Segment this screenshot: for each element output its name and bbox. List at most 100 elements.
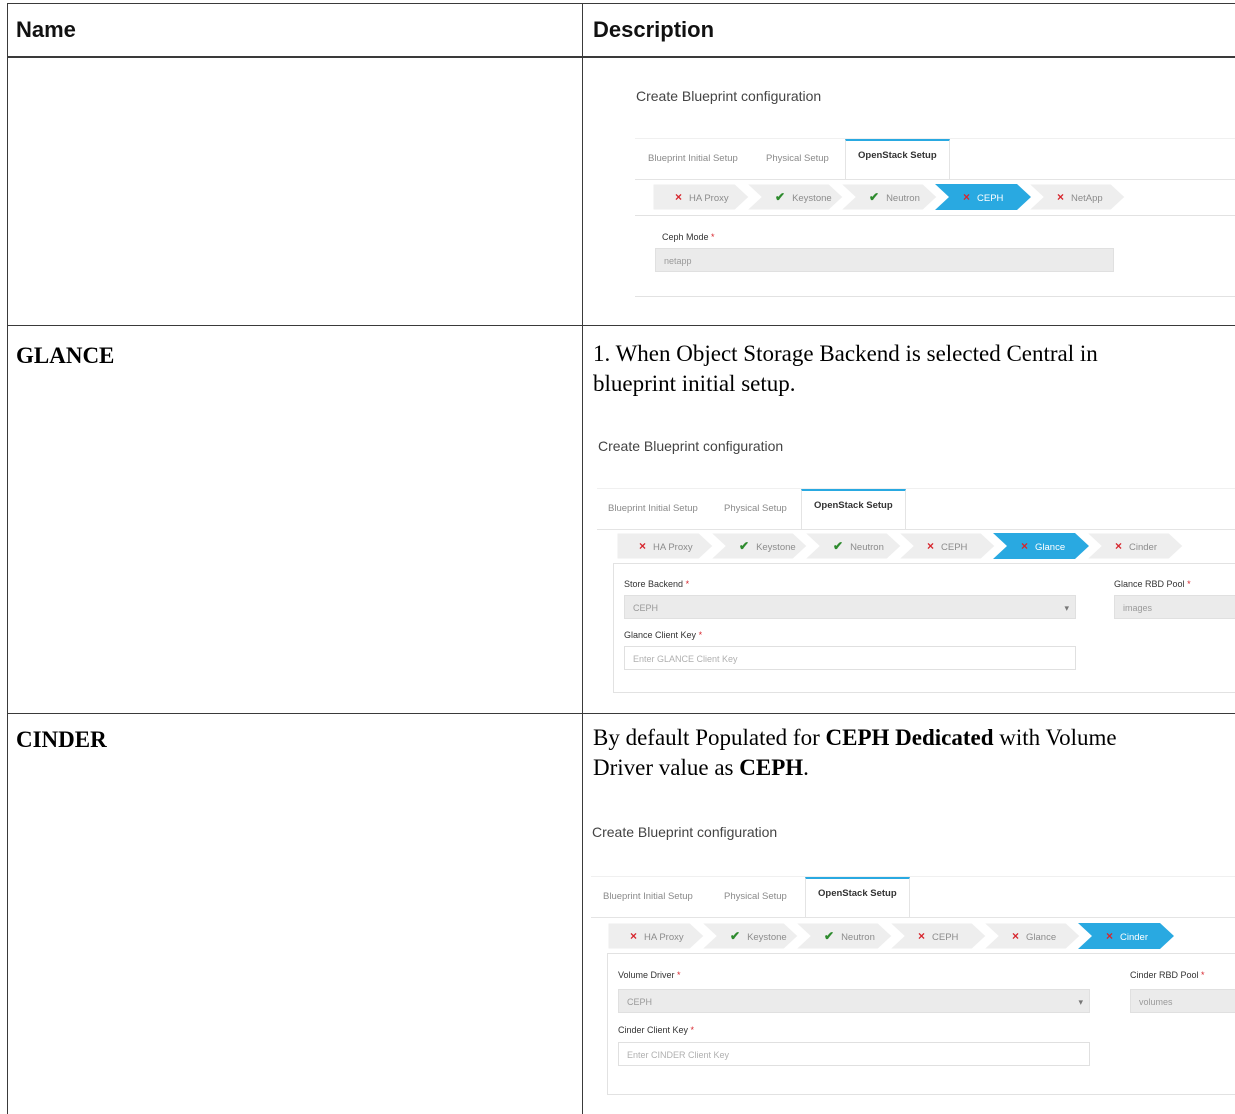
error-x-icon: × bbox=[1021, 539, 1029, 553]
wizard-step-keystone[interactable]: ✔ Keystone bbox=[711, 533, 807, 559]
wizard-steps: × HA Proxy ✔ Keystone ✔ Neutron × CEPH × Glance × C… bbox=[608, 923, 1235, 949]
check-icon: ✔ bbox=[739, 539, 750, 553]
glance-client-key-label: Glance Client Key * bbox=[624, 630, 703, 640]
wizard-step-glance[interactable]: × Glance bbox=[993, 533, 1089, 559]
step-label-text: Keystone bbox=[756, 542, 796, 553]
step-label: ✔ Neutron bbox=[824, 923, 875, 949]
tab-blueprint-initial-setup[interactable]: Blueprint Initial Setup bbox=[603, 891, 693, 902]
description-line: Driver value as CEPH. bbox=[593, 755, 809, 780]
check-icon: ✔ bbox=[775, 190, 786, 204]
description-line: blueprint initial setup. bbox=[593, 371, 796, 396]
wizard-step-ha-proxy[interactable]: × HA Proxy bbox=[653, 184, 749, 210]
screenshot-title: Create Blueprint configuration bbox=[592, 824, 778, 840]
screenshot-cinder-step: Create Blueprint configuration Blueprint… bbox=[591, 812, 1235, 1112]
screenshot-ceph-step: Create Blueprint configuration Blueprint… bbox=[635, 70, 1235, 310]
step-label-text: CEPH bbox=[932, 932, 959, 943]
store-backend-label: Store Backend * bbox=[624, 579, 690, 589]
step-label-text: Cinder bbox=[1129, 542, 1158, 553]
wizard-step-cinder[interactable]: × Cinder bbox=[1087, 533, 1183, 559]
step-label: × CEPH bbox=[927, 533, 967, 559]
step-label-text: HA Proxy bbox=[653, 542, 693, 553]
wizard-step-keystone[interactable]: ✔ Keystone bbox=[702, 923, 798, 949]
tab-physical-setup[interactable]: Physical Setup bbox=[724, 891, 787, 902]
step-label: × HA Proxy bbox=[675, 184, 729, 210]
step-label-text: Glance bbox=[1026, 932, 1057, 943]
ceph-mode-field[interactable]: netapp bbox=[655, 248, 1114, 272]
error-x-icon: × bbox=[963, 190, 971, 204]
wizard-step-netapp[interactable]: × NetApp bbox=[1029, 184, 1125, 210]
error-x-icon: × bbox=[639, 539, 647, 553]
screenshot-title: Create Blueprint configuration bbox=[598, 438, 784, 454]
wizard-steps: × HA Proxy ✔ Keystone ✔ Neutron × CEPH × Glance × C… bbox=[617, 533, 1235, 559]
cinder-rbd-pool-field[interactable]: volumes bbox=[1130, 989, 1235, 1013]
table-row-divider bbox=[7, 713, 1235, 714]
step-label-text: Glance bbox=[1035, 542, 1066, 553]
step-label: ✔ Neutron bbox=[869, 184, 920, 210]
error-x-icon: × bbox=[630, 929, 638, 943]
row-name-cinder: CINDER bbox=[16, 727, 107, 752]
tab-blueprint-initial-setup[interactable]: Blueprint Initial Setup bbox=[648, 153, 738, 164]
step-label-text: Neutron bbox=[850, 542, 884, 553]
form-panel: Store Backend * CEPH ▾ Glance RBD Pool * … bbox=[613, 563, 1235, 693]
chevron-down-icon: ▾ bbox=[1064, 603, 1069, 613]
error-x-icon: × bbox=[1012, 929, 1020, 943]
volume-driver-select[interactable]: CEPH ▾ bbox=[618, 989, 1090, 1013]
step-label: ✔ Neutron bbox=[833, 533, 884, 559]
column-header-description: Description bbox=[593, 17, 715, 42]
error-x-icon: × bbox=[1057, 190, 1065, 204]
wizard-step-neutron[interactable]: ✔ Neutron bbox=[841, 184, 937, 210]
wizard-step-ceph[interactable]: × CEPH bbox=[899, 533, 995, 559]
document-table: Name Description Create Blueprint config… bbox=[7, 0, 1235, 1114]
wizard-step-neutron[interactable]: ✔ Neutron bbox=[805, 533, 901, 559]
tab-bar: Blueprint Initial Setup Physical Setup O… bbox=[597, 488, 1235, 530]
wizard-step-glance[interactable]: × Glance bbox=[984, 923, 1080, 949]
step-label: × Cinder bbox=[1115, 533, 1157, 559]
step-label: ✔ Keystone bbox=[739, 533, 796, 559]
row-name-glance: GLANCE bbox=[16, 343, 115, 368]
wizard-step-keystone[interactable]: ✔ Keystone bbox=[747, 184, 843, 210]
tab-openstack-setup[interactable]: OpenStack Setup bbox=[801, 489, 906, 529]
glance-rbd-pool-field[interactable]: images bbox=[1114, 595, 1235, 619]
table-column-divider bbox=[582, 3, 583, 1114]
table-border-left bbox=[7, 3, 8, 1114]
step-label: × HA Proxy bbox=[639, 533, 693, 559]
step-label: × Glance bbox=[1021, 533, 1065, 559]
step-label-text: Neutron bbox=[886, 193, 920, 204]
glance-client-key-input[interactable]: Enter GLANCE Client Key bbox=[624, 646, 1076, 670]
error-x-icon: × bbox=[675, 190, 683, 204]
step-label-text: CEPH bbox=[977, 193, 1004, 204]
step-label-text: Cinder bbox=[1120, 932, 1149, 943]
check-icon: ✔ bbox=[730, 929, 741, 943]
wizard-step-ceph[interactable]: × CEPH bbox=[935, 184, 1031, 210]
cinder-client-key-input[interactable]: Enter CINDER Client Key bbox=[618, 1042, 1090, 1066]
step-label: × Glance bbox=[1012, 923, 1056, 949]
wizard-step-cinder[interactable]: × Cinder bbox=[1078, 923, 1174, 949]
tab-openstack-setup[interactable]: OpenStack Setup bbox=[805, 877, 910, 917]
table-header-divider bbox=[7, 56, 1235, 58]
error-x-icon: × bbox=[918, 929, 926, 943]
screenshot-glance-step: Create Blueprint configuration Blueprint… bbox=[597, 425, 1235, 705]
step-label: × Cinder bbox=[1106, 923, 1148, 949]
step-label-text: Keystone bbox=[747, 932, 787, 943]
wizard-step-ha-proxy[interactable]: × HA Proxy bbox=[608, 923, 704, 949]
wizard-step-ceph[interactable]: × CEPH bbox=[890, 923, 986, 949]
column-header-name: Name bbox=[16, 17, 76, 42]
screenshot-title: Create Blueprint configuration bbox=[636, 88, 822, 104]
step-label: × CEPH bbox=[918, 923, 958, 949]
wizard-steps: × HA Proxy ✔ Keystone ✔ Neutron × CEPH × NetApp bbox=[653, 184, 1235, 210]
tab-bar: Blueprint Initial Setup Physical Setup O… bbox=[591, 876, 1235, 918]
tab-physical-setup[interactable]: Physical Setup bbox=[724, 503, 787, 514]
store-backend-select[interactable]: CEPH ▾ bbox=[624, 595, 1076, 619]
tab-openstack-setup[interactable]: OpenStack Setup bbox=[845, 139, 950, 179]
step-label-text: HA Proxy bbox=[644, 932, 684, 943]
tab-bar: Blueprint Initial Setup Physical Setup O… bbox=[635, 138, 1235, 180]
tab-physical-setup[interactable]: Physical Setup bbox=[766, 153, 829, 164]
tab-blueprint-initial-setup[interactable]: Blueprint Initial Setup bbox=[608, 503, 698, 514]
wizard-step-neutron[interactable]: ✔ Neutron bbox=[796, 923, 892, 949]
wizard-step-ha-proxy[interactable]: × HA Proxy bbox=[617, 533, 713, 559]
step-label-text: Keystone bbox=[792, 193, 832, 204]
form-panel: Volume Driver * CEPH ▾ Cinder RBD Pool * … bbox=[607, 953, 1235, 1095]
step-label: × CEPH bbox=[963, 184, 1003, 210]
check-icon: ✔ bbox=[833, 539, 844, 553]
check-icon: ✔ bbox=[869, 190, 880, 204]
